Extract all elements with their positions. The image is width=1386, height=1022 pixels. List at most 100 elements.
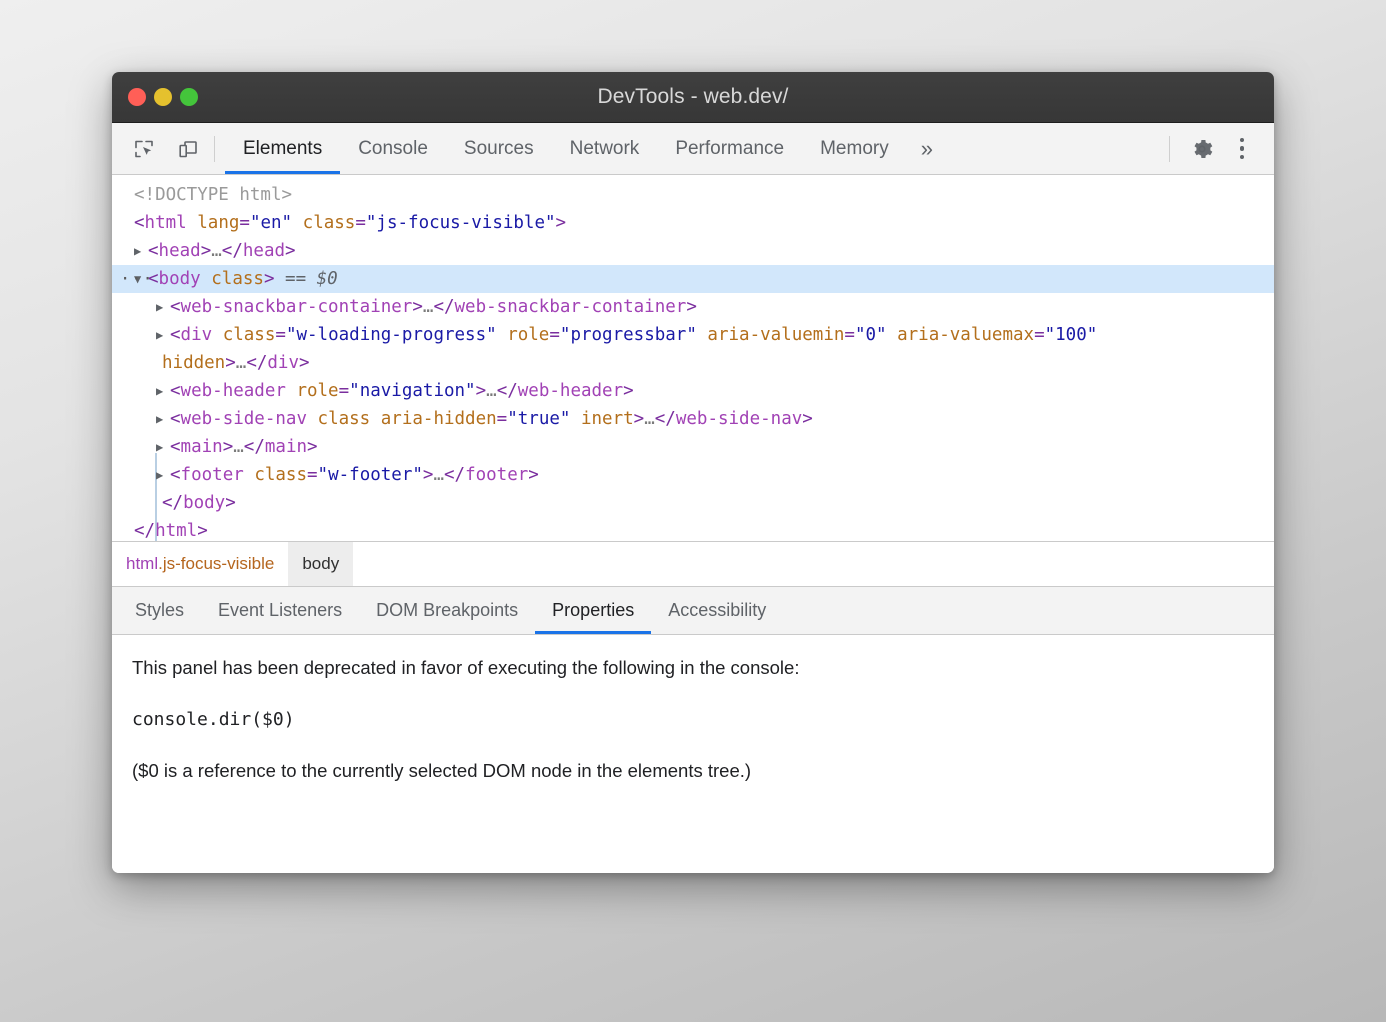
- dom-line-loading-progress[interactable]: ▶<div class="w-loading-progress" role="p…: [112, 321, 1274, 349]
- div-attr-role: role: [507, 325, 549, 345]
- expand-arrow-icon[interactable]: ▶: [156, 321, 170, 349]
- expand-arrow-icon[interactable]: ▶: [156, 433, 170, 461]
- side-nav-attr-inert: inert: [581, 409, 634, 429]
- toolbar-icon-group: [112, 123, 206, 174]
- window-titlebar: DevTools - web.dev/: [112, 72, 1274, 123]
- main-tag-name: main: [181, 437, 223, 457]
- tab-performance-label: Performance: [675, 138, 784, 160]
- tab-console[interactable]: Console: [340, 123, 446, 174]
- tab-properties[interactable]: Properties: [535, 587, 651, 634]
- sidebar-pane-tabs: Styles Event Listeners DOM Breakpoints P…: [112, 587, 1274, 635]
- dom-line-html[interactable]: <html lang="en" class="js-focus-visible"…: [112, 209, 1274, 237]
- breadcrumb-item-html[interactable]: html.js-focus-visible: [112, 542, 288, 586]
- more-vertical-dots: [1240, 138, 1245, 160]
- snackbar-ellipsis: …: [423, 297, 434, 317]
- dom-line-web-side-nav[interactable]: ▶<web-side-nav class aria-hidden="true" …: [112, 405, 1274, 433]
- tab-console-label: Console: [358, 138, 428, 160]
- tab-memory[interactable]: Memory: [802, 123, 907, 174]
- div-value-class: "w-loading-progress": [286, 325, 497, 345]
- html-attr-class: class: [303, 213, 356, 233]
- tab-styles[interactable]: Styles: [118, 587, 201, 634]
- html-value-class: "js-focus-visible": [366, 213, 556, 233]
- web-header-close-tag-name: web-header: [518, 381, 623, 401]
- deprecation-notice: This panel has been deprecated in favor …: [122, 657, 1252, 679]
- head-tag-name: head: [159, 241, 201, 261]
- tab-styles-label: Styles: [135, 600, 184, 621]
- more-vertical-icon[interactable]: [1224, 132, 1260, 166]
- panel-tabs: Elements Console Sources Network Perform…: [225, 123, 947, 174]
- div-value-role: "progressbar": [560, 325, 697, 345]
- toolbar-actions: [1161, 123, 1274, 174]
- dom-line-body-selected[interactable]: ···▼<body class> == $0: [112, 265, 1274, 293]
- chevron-double-right-icon: »: [921, 136, 933, 162]
- tab-dom-breakpoints-label: DOM Breakpoints: [376, 600, 518, 621]
- div-tag-name: div: [181, 325, 213, 345]
- expand-arrow-icon[interactable]: ▶: [156, 377, 170, 405]
- breadcrumb-body-tag: body: [302, 554, 339, 574]
- dom-line-main[interactable]: ▶<main>…</main>: [112, 433, 1274, 461]
- console-command: console.dir($0): [122, 709, 1252, 730]
- tab-properties-label: Properties: [552, 600, 634, 621]
- div-attr-class: class: [223, 325, 276, 345]
- properties-panel: This panel has been deprecated in favor …: [112, 635, 1274, 873]
- tab-accessibility-label: Accessibility: [668, 600, 766, 621]
- tab-event-listeners[interactable]: Event Listeners: [201, 587, 359, 634]
- div-attr-valuemin: aria-valuemin: [707, 325, 844, 345]
- breadcrumb-item-body[interactable]: body: [288, 542, 353, 586]
- footer-value-class: "w-footer": [318, 465, 423, 485]
- body-tag-name: body: [159, 269, 201, 289]
- tab-sources-label: Sources: [464, 138, 534, 160]
- web-header-ellipsis: …: [486, 381, 497, 401]
- html-attr-lang: lang: [197, 213, 239, 233]
- dom-line-loading-progress-wrap[interactable]: hidden>…</div>: [112, 349, 1274, 377]
- dom-line-head[interactable]: ▶<head>…</head>: [112, 237, 1274, 265]
- dom-line-html-close[interactable]: </html>: [112, 517, 1274, 542]
- dom-line-footer[interactable]: ▶<footer class="w-footer">…</footer>: [112, 461, 1274, 489]
- tab-sources[interactable]: Sources: [446, 123, 552, 174]
- expand-arrow-icon[interactable]: ▶: [156, 461, 170, 489]
- expand-arrow-icon[interactable]: ▶: [134, 237, 148, 265]
- tab-accessibility[interactable]: Accessibility: [651, 587, 783, 634]
- breadcrumb-html-tag: html: [126, 554, 158, 574]
- more-tabs-button[interactable]: »: [907, 123, 947, 174]
- footer-attr-class: class: [254, 465, 307, 485]
- snackbar-close-tag-name: web-snackbar-container: [455, 297, 687, 317]
- devtools-window: DevTools - web.dev/ Elements Console Sou…: [112, 72, 1274, 873]
- div-attr-valuemax: aria-valuemax: [897, 325, 1034, 345]
- dom-line-doctype[interactable]: <!DOCTYPE html>: [112, 181, 1274, 209]
- tab-memory-label: Memory: [820, 138, 889, 160]
- tab-performance[interactable]: Performance: [657, 123, 802, 174]
- inspect-element-icon[interactable]: [126, 132, 162, 166]
- div-attr-hidden: hidden: [162, 353, 225, 373]
- tab-network[interactable]: Network: [552, 123, 658, 174]
- toolbar-actions-divider: [1169, 136, 1170, 162]
- expand-arrow-icon[interactable]: ▶: [156, 293, 170, 321]
- device-toolbar-icon[interactable]: [170, 132, 206, 166]
- footer-tag-name: footer: [181, 465, 244, 485]
- head-ellipsis: …: [211, 241, 222, 261]
- expand-arrow-icon[interactable]: ▶: [156, 405, 170, 433]
- breadcrumb: html.js-focus-visible body: [112, 542, 1274, 587]
- footer-ellipsis: …: [433, 465, 444, 485]
- tab-dom-breakpoints[interactable]: DOM Breakpoints: [359, 587, 535, 634]
- side-nav-close-tag-name: web-side-nav: [676, 409, 802, 429]
- tab-network-label: Network: [570, 138, 640, 160]
- dom-line-web-snackbar-container[interactable]: ▶<web-snackbar-container>…</web-snackbar…: [112, 293, 1274, 321]
- footer-close-tag-name: footer: [465, 465, 528, 485]
- gear-icon[interactable]: [1184, 132, 1220, 166]
- side-nav-ellipsis: …: [644, 409, 655, 429]
- tab-elements-label: Elements: [243, 138, 322, 160]
- tab-elements[interactable]: Elements: [225, 123, 340, 174]
- html-close-tag-name: html: [155, 521, 197, 541]
- dom-tree-panel[interactable]: <!DOCTYPE html> <html lang="en" class="j…: [112, 175, 1274, 542]
- doctype-text: <!DOCTYPE html>: [134, 185, 292, 205]
- dom-line-body-close[interactable]: </body>: [112, 489, 1274, 517]
- dom-line-web-header[interactable]: ▶<web-header role="navigation">…</web-he…: [112, 377, 1274, 405]
- side-nav-attr-aria-hidden: aria-hidden: [381, 409, 497, 429]
- selected-node-marker: == $0: [285, 269, 338, 289]
- tab-event-listeners-label: Event Listeners: [218, 600, 342, 621]
- div-close-tag-name: div: [267, 353, 299, 373]
- overflow-badge-icon[interactable]: ···: [120, 265, 154, 293]
- html-tag-name: html: [145, 213, 187, 233]
- main-ellipsis: …: [233, 437, 244, 457]
